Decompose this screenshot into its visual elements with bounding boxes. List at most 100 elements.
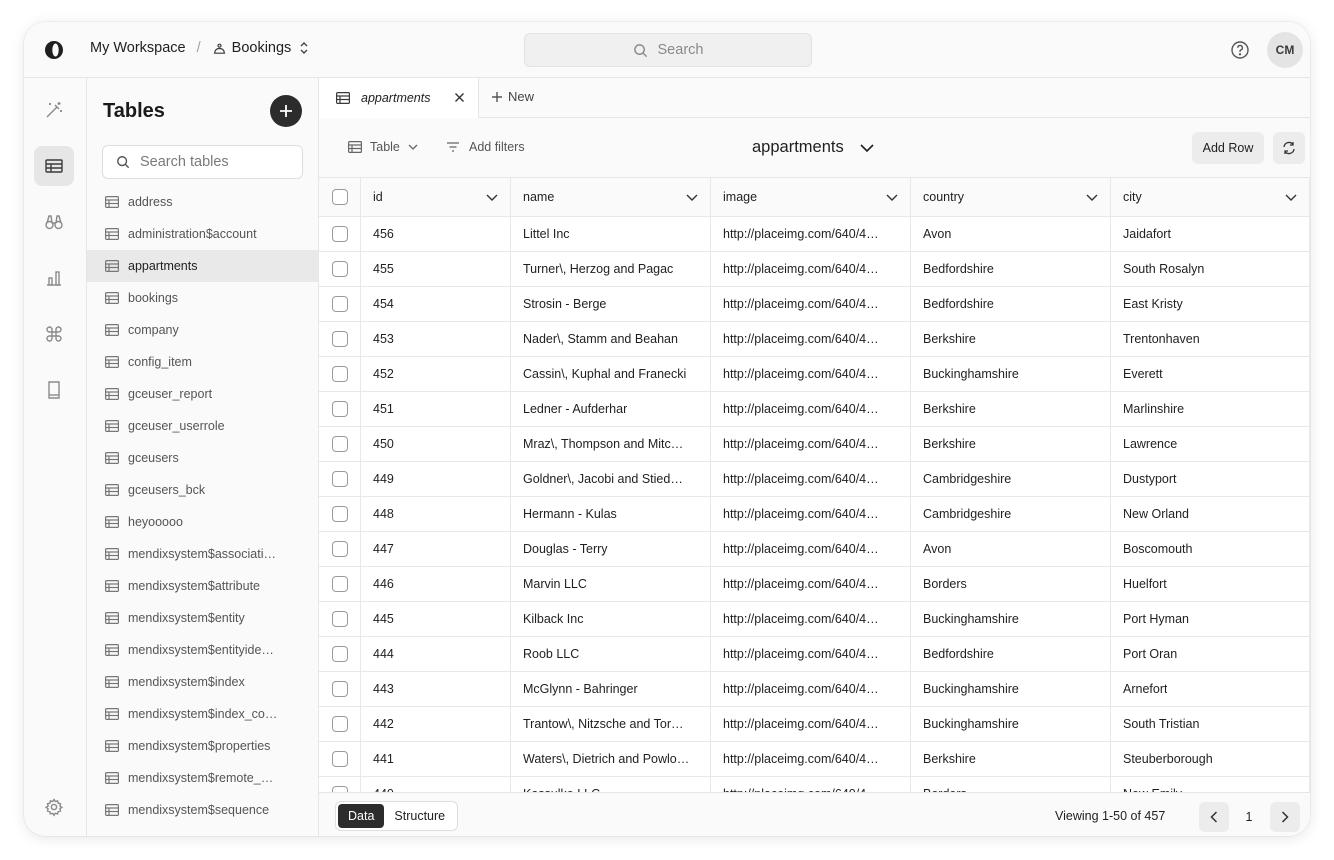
cell-city[interactable]: New Orland [1111,497,1310,531]
cell-country[interactable]: Berkshire [911,392,1111,426]
close-icon[interactable] [454,91,465,106]
table-row[interactable]: 440Kassulke LLChttp://placeimg.com/640/4… [319,777,1310,792]
column-header-id[interactable]: id [361,178,511,216]
cell-image[interactable]: http://placeimg.com/640/4… [711,322,911,356]
row-checkbox[interactable] [331,646,348,662]
global-search[interactable]: Search [524,33,812,67]
table-row[interactable]: 456 Littel Inc http://placeimg.com/640/4… A… [319,217,1310,252]
add-row-button[interactable]: Add Row [1192,132,1264,164]
table-row[interactable]: 444 Roob LLC http://placeimg.com/640/4… Bed… [319,637,1310,672]
add-table-button[interactable] [270,95,302,127]
sidebar-table-item[interactable]: bookings [87,282,318,314]
cell-name[interactable]: Douglas - Terry [511,532,711,566]
cell-country[interactable]: Avon [911,532,1111,566]
sidebar-table-item[interactable]: config_item [87,346,318,378]
table-row[interactable]: 441 Waters\, Dietrich and Powlo… http://pl… [319,742,1310,777]
cell-name[interactable]: Roob LLC [511,637,711,671]
select-all-checkbox[interactable] [331,189,348,205]
cell-city[interactable]: Port Oran [1111,637,1310,671]
cell-id[interactable]: 445 [361,602,511,636]
cell-city[interactable]: South Tristian [1111,707,1310,741]
sidebar-table-item[interactable]: heyooooo [87,506,318,538]
cell-name[interactable]: Turner\, Herzog and Pagac [511,252,711,286]
row-checkbox[interactable] [331,751,348,767]
cell-country[interactable]: Berkshire [911,742,1111,776]
cell-name[interactable]: Goldner\, Jacobi and Stied… [511,462,711,496]
cell-city[interactable]: Marlinshire [1111,392,1310,426]
sidebar-table-item[interactable]: gceusers [87,442,318,474]
bar-chart-icon[interactable] [34,258,74,298]
next-page-button[interactable] [1270,802,1300,832]
cell-city[interactable]: New Emily [1111,777,1310,792]
sidebar-table-item[interactable]: appartments [87,250,318,282]
user-avatar[interactable]: CM [1267,32,1303,68]
cell-image[interactable]: http://placeimg.com/640/4… [711,392,911,426]
table-row[interactable]: 452 Cassin\, Kuphal and Franecki http://pl… [319,357,1310,392]
cell-id[interactable]: 443 [361,672,511,706]
cell-image[interactable]: http://placeimg.com/640/4… [711,637,911,671]
cell-country[interactable]: Buckinghamshire [911,672,1111,706]
row-checkbox[interactable] [331,471,348,487]
sidebar-table-item[interactable]: mendixsystem$entity [87,602,318,634]
sidebar-table-item[interactable]: mendixsystem$sequence [87,794,318,826]
cell-city[interactable]: Steuberborough [1111,742,1310,776]
cell-country[interactable]: Bedfordshire [911,252,1111,286]
cell-id[interactable]: 453 [361,322,511,356]
chevron-down-icon[interactable] [1285,194,1297,201]
data-mode-button[interactable]: Data [338,804,385,828]
cell-country[interactable]: Borders [911,567,1111,601]
row-checkbox[interactable] [331,611,348,627]
cell-image[interactable]: http://placeimg.com/640/4… [711,602,911,636]
cell-id[interactable]: 456 [361,217,511,251]
chevron-down-icon[interactable] [1086,194,1098,201]
column-header-name[interactable]: name [511,178,711,216]
sidebar-table-item[interactable]: mendixsystem$index [87,666,318,698]
cell-id[interactable]: 451 [361,392,511,426]
row-checkbox[interactable] [331,261,348,277]
sidebar-table-item[interactable]: administration$account [87,218,318,250]
cell-name[interactable]: Ledner - Aufderhar [511,392,711,426]
row-checkbox[interactable] [331,366,348,382]
cell-city[interactable]: Jaidafort [1111,217,1310,251]
table-row[interactable]: 449 Goldner\, Jacobi and Stied… http://pla… [319,462,1310,497]
binoculars-icon[interactable] [34,202,74,242]
cell-city[interactable]: Trentonhaven [1111,322,1310,356]
cell-id[interactable]: 441 [361,742,511,776]
app-logo-icon[interactable] [44,40,64,60]
sidebar-table-item[interactable]: address [87,186,318,218]
search-tables-field[interactable] [102,145,303,179]
table-title-selector[interactable]: appartments [752,138,874,157]
cell-image[interactable]: http://placeimg.com/640/4… [711,427,911,461]
row-checkbox[interactable] [331,576,348,592]
sidebar-table-item[interactable]: mendixsystem$attribute [87,570,318,602]
cell-city[interactable]: Boscomouth [1111,532,1310,566]
cell-image[interactable]: http://placeimg.com/640/4… [711,672,911,706]
breadcrumb-database[interactable]: Bookings [232,40,292,56]
cell-country[interactable]: Cambridgeshire [911,497,1111,531]
new-tab-button[interactable]: New [491,89,534,104]
cell-id[interactable]: 442 [361,707,511,741]
breadcrumb-workspace[interactable]: My Workspace [90,40,186,56]
cell-id[interactable]: 444 [361,637,511,671]
cell-city[interactable]: Dustyport [1111,462,1310,496]
chevron-down-icon[interactable] [486,194,498,201]
cell-name[interactable]: McGlynn - Bahringer [511,672,711,706]
row-checkbox[interactable] [331,436,348,452]
cell-country[interactable]: Bedfordshire [911,287,1111,321]
cell-name[interactable]: Mraz\, Thompson and Mitc… [511,427,711,461]
column-header-city[interactable]: city [1111,178,1310,216]
cell-id[interactable]: 440 [361,777,511,792]
cell-country[interactable]: Berkshire [911,427,1111,461]
row-checkbox[interactable] [331,226,348,242]
cell-country[interactable]: Buckinghamshire [911,357,1111,391]
row-checkbox[interactable] [331,541,348,557]
cell-country[interactable]: Avon [911,217,1111,251]
row-checkbox[interactable] [331,506,348,522]
cell-image[interactable]: http://placeimg.com/640/4… [711,707,911,741]
previous-page-button[interactable] [1199,802,1229,832]
sidebar-table-item[interactable]: mendixsystem$properties [87,730,318,762]
sidebar-table-item[interactable]: mendixsystem$remote_… [87,762,318,794]
sidebar-table-item[interactable]: mendixsystem$index_col… [87,698,318,730]
row-checkbox[interactable] [331,296,348,312]
cell-name[interactable]: Hermann - Kulas [511,497,711,531]
